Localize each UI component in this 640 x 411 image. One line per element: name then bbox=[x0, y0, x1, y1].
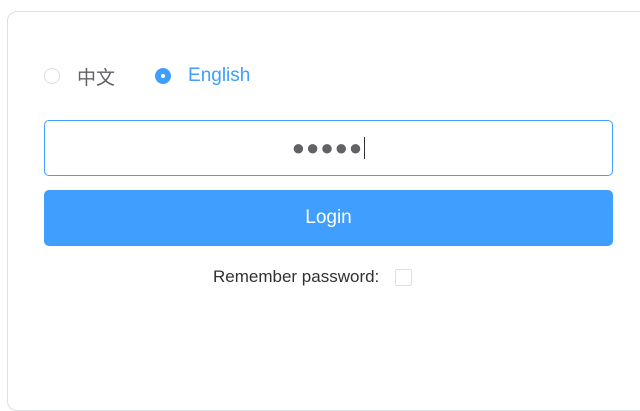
login-button[interactable]: Login bbox=[44, 190, 613, 246]
radio-chinese[interactable]: 中文 bbox=[44, 63, 115, 90]
radio-english[interactable]: English bbox=[155, 65, 250, 87]
radio-unchecked-icon[interactable] bbox=[44, 68, 60, 84]
remember-password-checkbox[interactable] bbox=[395, 268, 413, 286]
radio-english-label[interactable]: English bbox=[188, 65, 250, 87]
remember-password-row: Remember password: bbox=[213, 266, 413, 288]
password-input[interactable]: ●●●●● bbox=[44, 120, 613, 176]
radio-chinese-label[interactable]: 中文 bbox=[77, 63, 115, 90]
password-value: ●●●●● bbox=[291, 135, 364, 160]
remember-password-label: Remember password: bbox=[213, 267, 380, 286]
text-caret bbox=[364, 137, 366, 159]
language-radio-group: 中文 English bbox=[44, 62, 250, 90]
radio-checked-icon[interactable] bbox=[155, 68, 172, 84]
